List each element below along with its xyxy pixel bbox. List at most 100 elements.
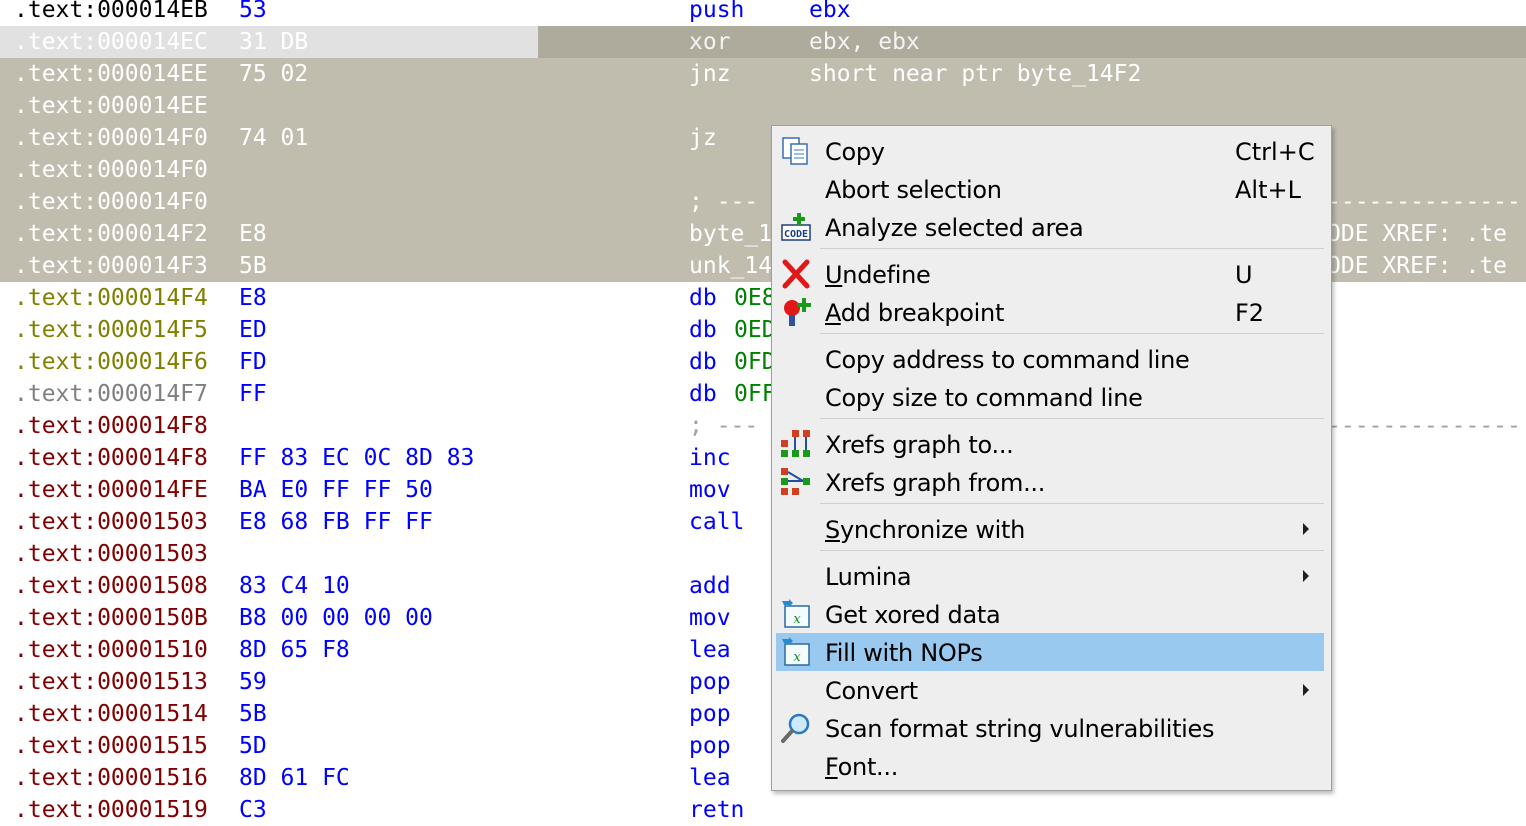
- opcode-bytes: 53: [239, 0, 267, 23]
- disasm-line-selected[interactable]: .text:000014EE 75 02 jnz short near ptr byt…: [0, 58, 1526, 90]
- opcode-bytes: 5B: [239, 253, 267, 279]
- submenu-arrow-icon: [1303, 523, 1309, 535]
- opcode-bytes: FF 83 EC 0C 8D 83: [239, 445, 475, 471]
- separator-comment: ; ---: [689, 413, 759, 439]
- xref-comment: ODE XREF: .te: [1327, 221, 1508, 247]
- operands: ebx: [809, 0, 851, 23]
- mnemonic: db: [689, 317, 717, 343]
- opcode-bytes: 8D 61 FC: [239, 765, 350, 791]
- menu-item-label: Get xored data: [825, 601, 1001, 629]
- address: .text:00001516: [14, 765, 208, 791]
- menu-separator: [820, 418, 1324, 419]
- address: .text:00001519: [14, 797, 208, 823]
- mnemonic: pop: [689, 669, 731, 695]
- address: .text:00001508: [14, 573, 208, 599]
- mnemonic: jnz: [689, 61, 731, 87]
- menu-item-label: Xrefs graph to...: [825, 431, 1014, 459]
- address: .text:000014EE: [14, 61, 208, 87]
- context-menu: Copy Ctrl+C Abort selection Alt+L CODE A…: [771, 125, 1332, 791]
- opcode-bytes: 59: [239, 669, 267, 695]
- menu-item-label: Copy: [825, 138, 885, 166]
- menu-item-synchronize-with[interactable]: Synchronize with: [776, 510, 1324, 548]
- svg-text:CODE: CODE: [784, 229, 808, 240]
- xrefs-to-icon: [779, 428, 813, 460]
- opcode-bytes: BA E0 FF FF 50: [239, 477, 433, 503]
- disasm-line-selected[interactable]: .text:000014EE: [0, 90, 1526, 122]
- menu-item-label: Abort selection: [825, 176, 1002, 204]
- address: .text:000014F6: [14, 349, 208, 375]
- opcode-bytes: FD: [239, 349, 267, 375]
- disasm-line[interactable]: .text:00001519 C3 retn: [0, 794, 1526, 826]
- menu-item-xrefs-graph-from[interactable]: Xrefs graph from...: [776, 463, 1324, 501]
- shortcut-text: Alt+L: [1235, 176, 1301, 204]
- address: .text:000014EC: [14, 29, 208, 55]
- disasm-line[interactable]: .text:000014EB 53 push ebx: [0, 0, 1526, 26]
- opcode-bytes: E8: [239, 221, 267, 247]
- address: .text:00001503: [14, 541, 208, 567]
- mnemonic: call: [689, 509, 745, 535]
- delete-icon: [779, 258, 813, 290]
- opcode-bytes: 5B: [239, 701, 267, 727]
- menu-item-convert[interactable]: Convert: [776, 671, 1324, 709]
- menu-item-label: ndefine: [842, 261, 931, 289]
- mnemonic: mov: [689, 605, 731, 631]
- operands: short near ptr byte_14F2: [809, 61, 1142, 87]
- menu-item-label: Fill with NOPs: [825, 639, 983, 667]
- shortcut-text: Ctrl+C: [1235, 138, 1315, 166]
- svg-text:x: x: [793, 612, 801, 627]
- separator-comment-tail: --------------: [1327, 413, 1521, 439]
- address: .text:000014F8: [14, 413, 208, 439]
- data-value: 0E8: [734, 285, 776, 311]
- menu-item-copy-address[interactable]: Copy address to command line: [776, 340, 1324, 378]
- mnemonic: xor: [689, 29, 731, 55]
- submenu-arrow-icon: [1303, 570, 1309, 582]
- script-icon: x: [779, 598, 813, 630]
- menu-item-get-xored-data[interactable]: x Get xored data: [776, 595, 1324, 633]
- menu-item-add-breakpoint[interactable]: Add breakpoint F2: [776, 293, 1324, 331]
- menu-item-label: Analyze selected area: [825, 214, 1084, 242]
- menu-item-copy-size[interactable]: Copy size to command line: [776, 378, 1324, 416]
- menu-item-copy[interactable]: Copy Ctrl+C: [776, 132, 1324, 170]
- opcode-bytes: B8 00 00 00 00: [239, 605, 433, 631]
- separator-comment: ; ---: [689, 189, 759, 215]
- address: .text:00001515: [14, 733, 208, 759]
- opcode-bytes: C3: [239, 797, 267, 823]
- mnemonic: push: [689, 0, 745, 23]
- mnemonic: db: [689, 349, 717, 375]
- opcode-bytes: E8 68 FB FF FF: [239, 509, 433, 535]
- menu-item-lumina[interactable]: Lumina: [776, 557, 1324, 595]
- separator-comment-tail: --------------: [1327, 189, 1521, 215]
- mnemonic: pop: [689, 733, 731, 759]
- opcode-bytes: 75 02: [239, 61, 309, 87]
- address: .text:000014F7: [14, 381, 208, 407]
- menu-item-label: Copy size to command line: [825, 384, 1143, 412]
- address: .text:000014EB: [14, 0, 208, 23]
- menu-item-undefine[interactable]: Undefine U: [776, 255, 1324, 293]
- opcode-bytes: E8: [239, 285, 267, 311]
- menu-item-scan-format-string[interactable]: Scan format string vulnerabilities: [776, 709, 1324, 747]
- magnifier-icon: [779, 712, 813, 744]
- opcode-bytes: 83 C4 10: [239, 573, 350, 599]
- menu-item-abort-selection[interactable]: Abort selection Alt+L: [776, 170, 1324, 208]
- mnemonic: add: [689, 573, 731, 599]
- svg-text:x: x: [793, 650, 801, 665]
- shortcut-text: U: [1235, 261, 1253, 289]
- menu-separator: [820, 248, 1324, 249]
- menu-item-fill-with-nops[interactable]: x Fill with NOPs: [776, 633, 1324, 671]
- address: .text:00001514: [14, 701, 208, 727]
- data-value: 0FD: [734, 349, 776, 375]
- mnemonic: jz: [689, 125, 717, 151]
- address: .text:000014F4: [14, 285, 208, 311]
- menu-item-font[interactable]: Font...: [776, 747, 1324, 785]
- opcode-bytes: ED: [239, 317, 267, 343]
- address: .text:000014FE: [14, 477, 208, 503]
- opcode-bytes: 31 DB: [239, 29, 309, 55]
- menu-item-label: Lumina: [825, 563, 912, 591]
- opcode-bytes: 74 01: [239, 125, 309, 151]
- menu-item-analyze-selected-area[interactable]: CODE Analyze selected area: [776, 208, 1324, 246]
- shortcut-text: F2: [1235, 299, 1265, 327]
- menu-item-label: dd breakpoint: [840, 299, 1005, 327]
- disasm-line-current[interactable]: .text:000014EC 31 DB xor ebx, ebx: [0, 26, 1526, 58]
- menu-item-xrefs-graph-to[interactable]: Xrefs graph to...: [776, 425, 1324, 463]
- address: .text:000014F0: [14, 125, 208, 151]
